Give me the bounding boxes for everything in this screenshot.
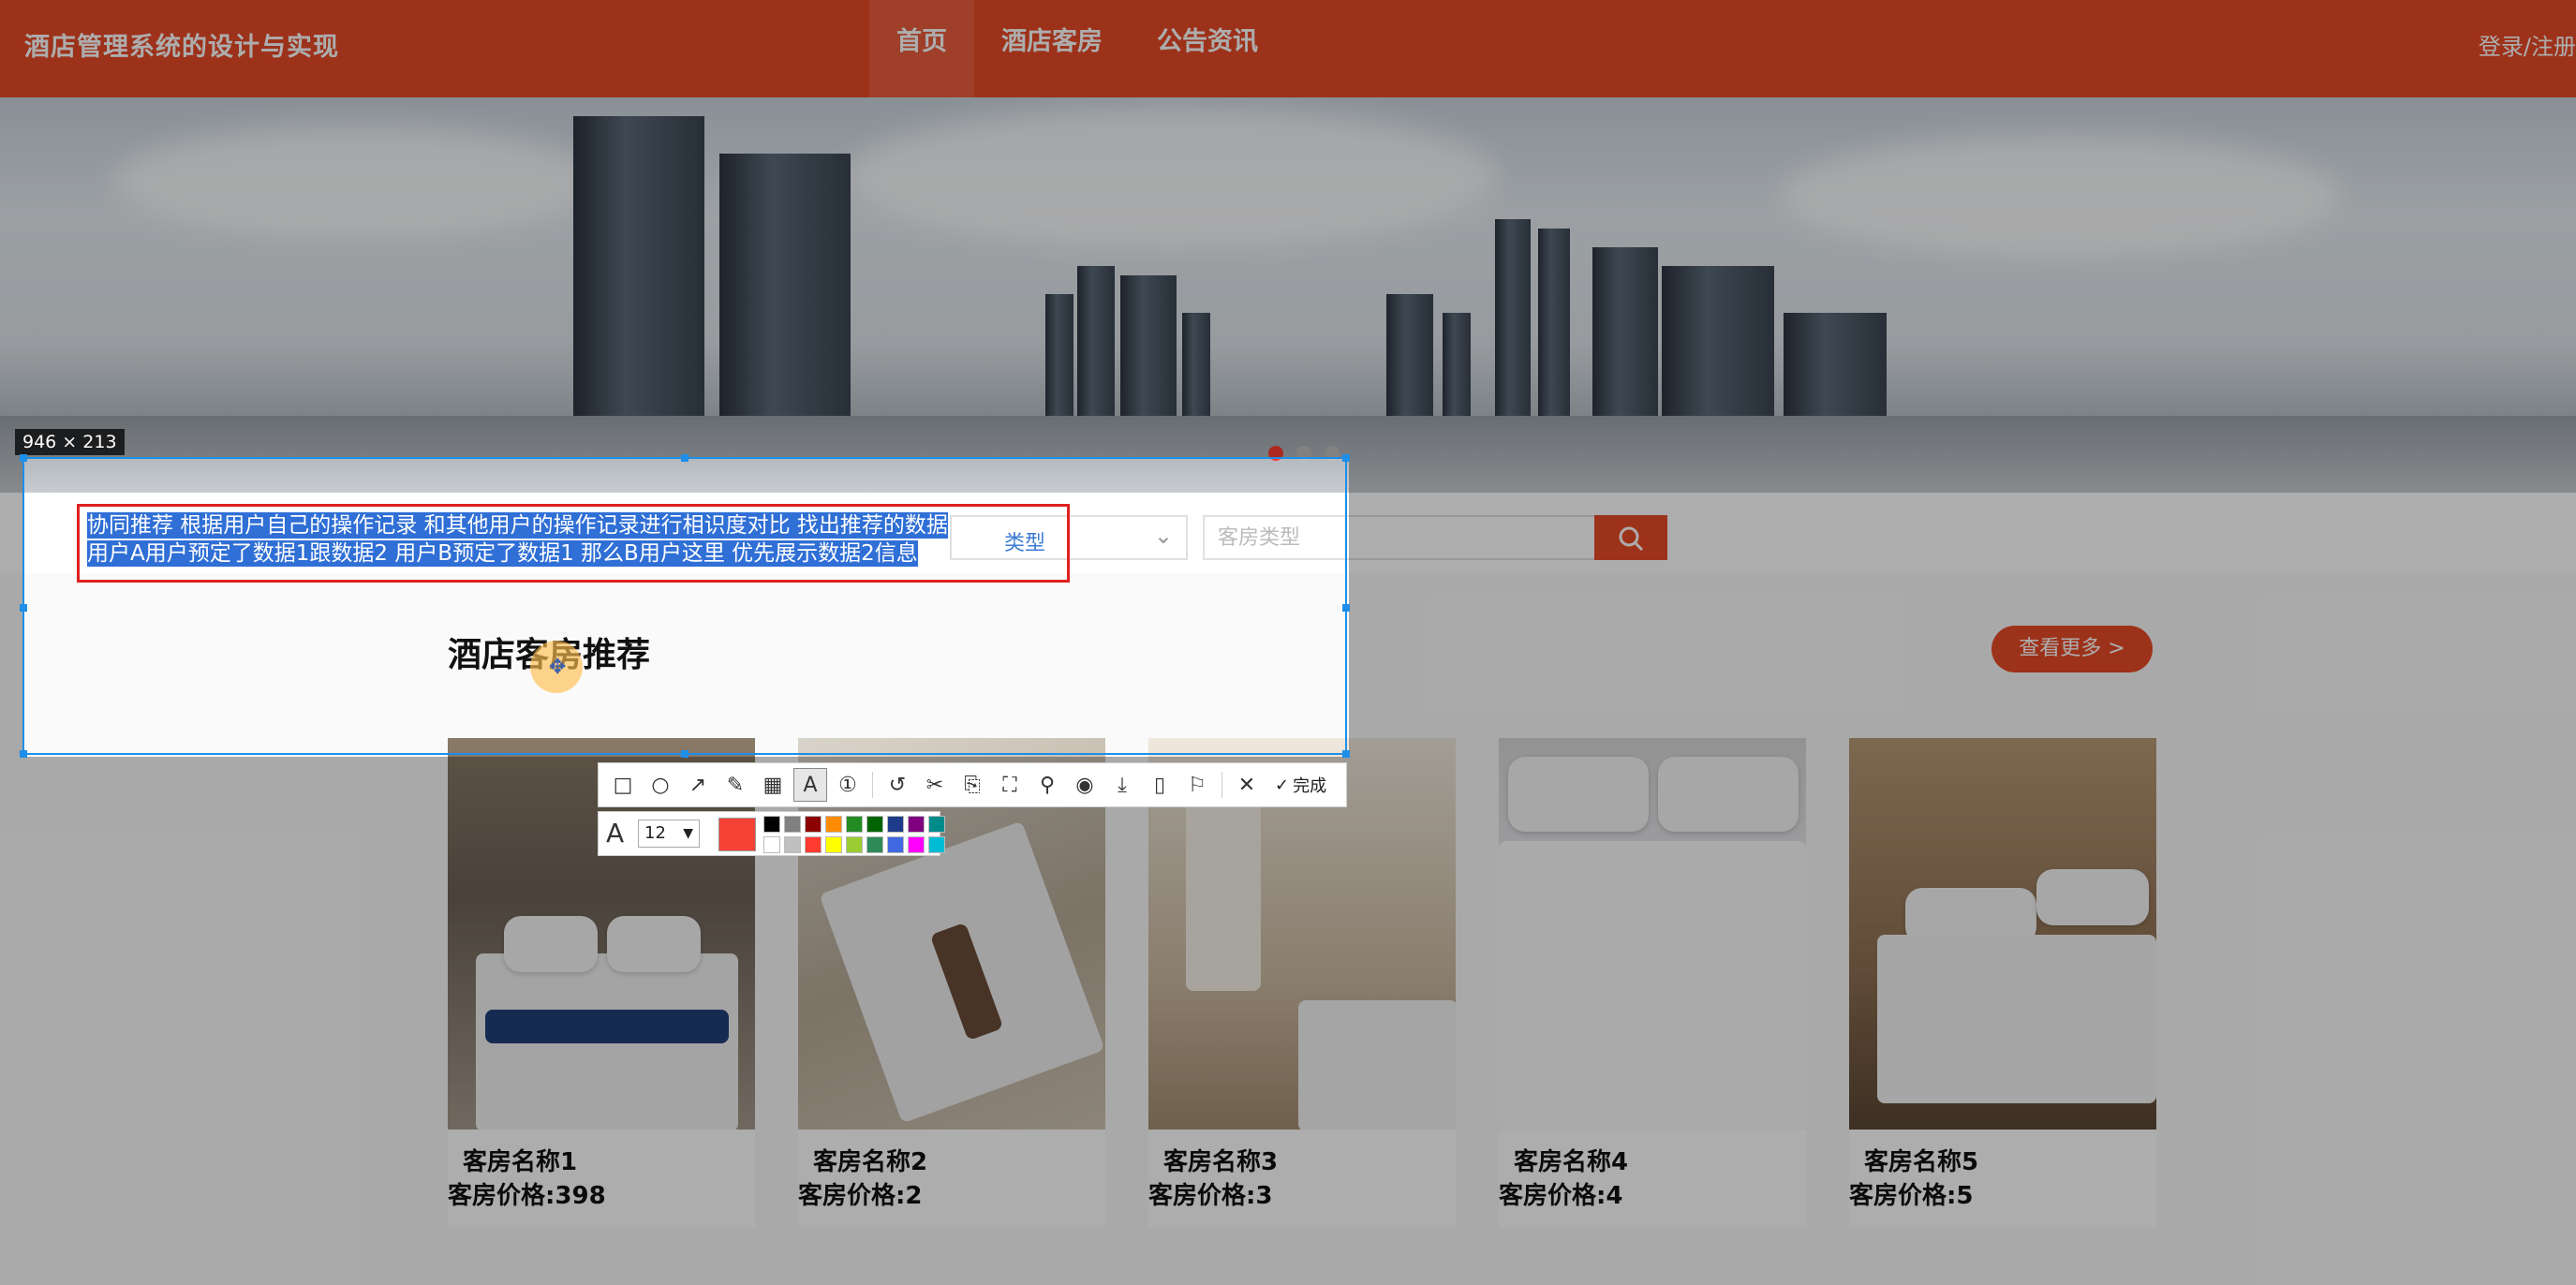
- color-swatch[interactable]: [846, 836, 863, 853]
- resize-handle[interactable]: [1342, 604, 1350, 612]
- phone-icon[interactable]: ▯: [1143, 768, 1177, 802]
- color-swatch[interactable]: [763, 816, 780, 833]
- resize-handle[interactable]: [20, 604, 27, 612]
- done-label: 完成: [1293, 776, 1327, 796]
- color-swatch[interactable]: [866, 836, 883, 853]
- color-swatch[interactable]: [784, 836, 801, 853]
- color-swatch[interactable]: [805, 816, 822, 833]
- screenshot-selection[interactable]: [20, 454, 1350, 758]
- color-swatch[interactable]: [928, 816, 945, 833]
- translate-icon[interactable]: ⎘: [955, 768, 989, 802]
- text-style-toolbar: A 12 ▼: [598, 811, 945, 856]
- pin-icon[interactable]: ⚲: [1030, 768, 1064, 802]
- text-annotation-box[interactable]: 协同推荐 根据用户自己的操作记录 和其他用户的操作记录进行相识度对比 找出推荐的…: [77, 504, 1070, 583]
- annotation-line-1: 协同推荐 根据用户自己的操作记录 和其他用户的操作记录进行相识度对比 找出推荐的…: [87, 512, 948, 539]
- screenshot-dim-mask: [1349, 457, 2576, 757]
- color-palette: [763, 816, 945, 853]
- resize-handle[interactable]: [1342, 454, 1350, 462]
- color-swatch[interactable]: [805, 836, 822, 853]
- bookmark-icon[interactable]: ⚐: [1180, 768, 1214, 802]
- font-icon: A: [606, 818, 625, 849]
- selection-size-label: 946 × 213: [15, 429, 125, 455]
- color-swatch[interactable]: [928, 836, 945, 853]
- circle-icon[interactable]: ○: [644, 768, 677, 802]
- done-button[interactable]: ✓ 完成: [1267, 773, 1334, 797]
- resize-handle[interactable]: [681, 454, 688, 462]
- color-swatch[interactable]: [825, 816, 842, 833]
- annotation-line-2: 用户A用户预定了数据1跟数据2 用户B预定了数据1 那么B用户这里 优先展示数据…: [87, 540, 918, 567]
- triangle-down-icon: ▼: [683, 826, 693, 841]
- pencil-icon[interactable]: ✎: [718, 768, 752, 802]
- resize-handle[interactable]: [20, 750, 27, 758]
- font-size-select[interactable]: 12 ▼: [638, 820, 700, 848]
- screenshot-toolbar: □ ○ ↗ ✎ ▦ A ① ↺ ✂ ⎘ ⛶ ⚲ ◉ ⤓ ▯ ⚐ ✕ ✓ 完成: [598, 762, 1347, 807]
- record-icon[interactable]: ◉: [1068, 768, 1102, 802]
- move-cursor-icon: ✥: [549, 656, 567, 679]
- resize-handle[interactable]: [20, 454, 27, 462]
- close-icon[interactable]: ✕: [1230, 768, 1264, 802]
- download-icon[interactable]: ⤓: [1105, 768, 1139, 802]
- color-swatch[interactable]: [866, 816, 883, 833]
- rectangle-icon[interactable]: □: [606, 768, 640, 802]
- mosaic-icon[interactable]: ▦: [756, 768, 790, 802]
- text-icon[interactable]: A: [793, 768, 827, 802]
- undo-icon[interactable]: ↺: [881, 768, 914, 802]
- font-size-value: 12: [644, 823, 666, 843]
- color-swatch[interactable]: [887, 836, 904, 853]
- resize-handle[interactable]: [681, 750, 688, 758]
- check-icon: ✓: [1275, 775, 1290, 795]
- ocr-icon[interactable]: ⛶: [993, 768, 1027, 802]
- resize-handle[interactable]: [1342, 750, 1350, 758]
- serial-number-icon[interactable]: ①: [831, 768, 865, 802]
- arrow-icon[interactable]: ↗: [681, 768, 715, 802]
- color-swatch[interactable]: [784, 816, 801, 833]
- color-swatch[interactable]: [825, 836, 842, 853]
- screenshot-dim-mask: [0, 757, 2576, 1285]
- color-swatch[interactable]: [846, 816, 863, 833]
- color-swatch[interactable]: [887, 816, 904, 833]
- color-swatch[interactable]: [763, 836, 780, 853]
- color-swatch[interactable]: [908, 816, 925, 833]
- screenshot-dim-mask: [0, 0, 2576, 457]
- scissors-icon[interactable]: ✂: [918, 768, 952, 802]
- color-swatch[interactable]: [908, 836, 925, 853]
- current-color-swatch[interactable]: [718, 818, 756, 851]
